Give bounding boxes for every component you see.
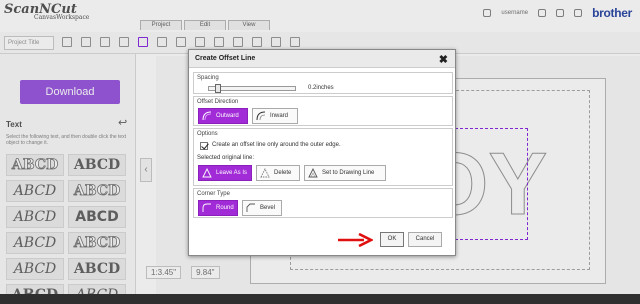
leave-as-is-button[interactable]: Leave As Is [198, 165, 252, 181]
dialog-title: Create Offset Line [195, 55, 256, 62]
dialog-header: Create Offset Line ✖ [189, 50, 455, 68]
create-offset-line-dialog: Create Offset Line ✖ Spacing 0.2inches O… [188, 49, 456, 256]
bevel-corner-icon [246, 203, 256, 213]
offset-direction-section: Offset Direction Outward Inward [193, 96, 453, 126]
ok-button[interactable]: OK [380, 232, 404, 247]
leave-as-is-label: Leave As Is [216, 170, 248, 176]
bevel-label: Bevel [260, 205, 276, 211]
options-section: Options Create an offset line only aroun… [193, 128, 453, 186]
spacing-slider-handle[interactable] [215, 84, 221, 93]
spacing-section: Spacing 0.2inches [193, 72, 453, 94]
cancel-button[interactable]: Cancel [408, 232, 442, 247]
bevel-button[interactable]: Bevel [242, 200, 282, 216]
round-button[interactable]: Round [198, 200, 238, 216]
inward-button[interactable]: Inward [252, 108, 298, 124]
inward-label: Inward [270, 113, 289, 119]
delete-line-icon [260, 168, 270, 178]
offset-direction-title: Offset Direction [197, 99, 239, 105]
spacing-slider[interactable] [208, 84, 296, 93]
outward-icon [202, 111, 212, 121]
annotation-arrow-icon [338, 233, 373, 247]
leave-as-is-icon [202, 168, 212, 178]
delete-button[interactable]: Delete [256, 165, 300, 181]
outer-edge-checkbox[interactable] [200, 142, 208, 150]
outward-button[interactable]: Outward [198, 108, 248, 124]
round-corner-icon [202, 203, 212, 213]
corner-type-section: Corner Type Round Bevel [193, 188, 453, 218]
set-to-drawing-line-button[interactable]: Set to Drawing Line [304, 165, 386, 181]
outward-label: Outward [216, 113, 239, 119]
selected-original-line-label: Selected original line: [197, 155, 255, 161]
drawing-line-icon [308, 168, 318, 178]
close-icon[interactable]: ✖ [439, 53, 448, 66]
round-label: Round [216, 205, 234, 211]
corner-type-title: Corner Type [197, 191, 230, 197]
set-to-drawing-line-label: Set to Drawing Line [322, 170, 375, 176]
spacing-value: 0.2inches [308, 85, 334, 91]
options-title: Options [197, 131, 218, 137]
delete-label: Delete [274, 170, 292, 176]
inward-icon [256, 111, 266, 121]
spacing-title: Spacing [197, 75, 219, 81]
outer-edge-label: Create an offset line only around the ou… [212, 142, 341, 148]
